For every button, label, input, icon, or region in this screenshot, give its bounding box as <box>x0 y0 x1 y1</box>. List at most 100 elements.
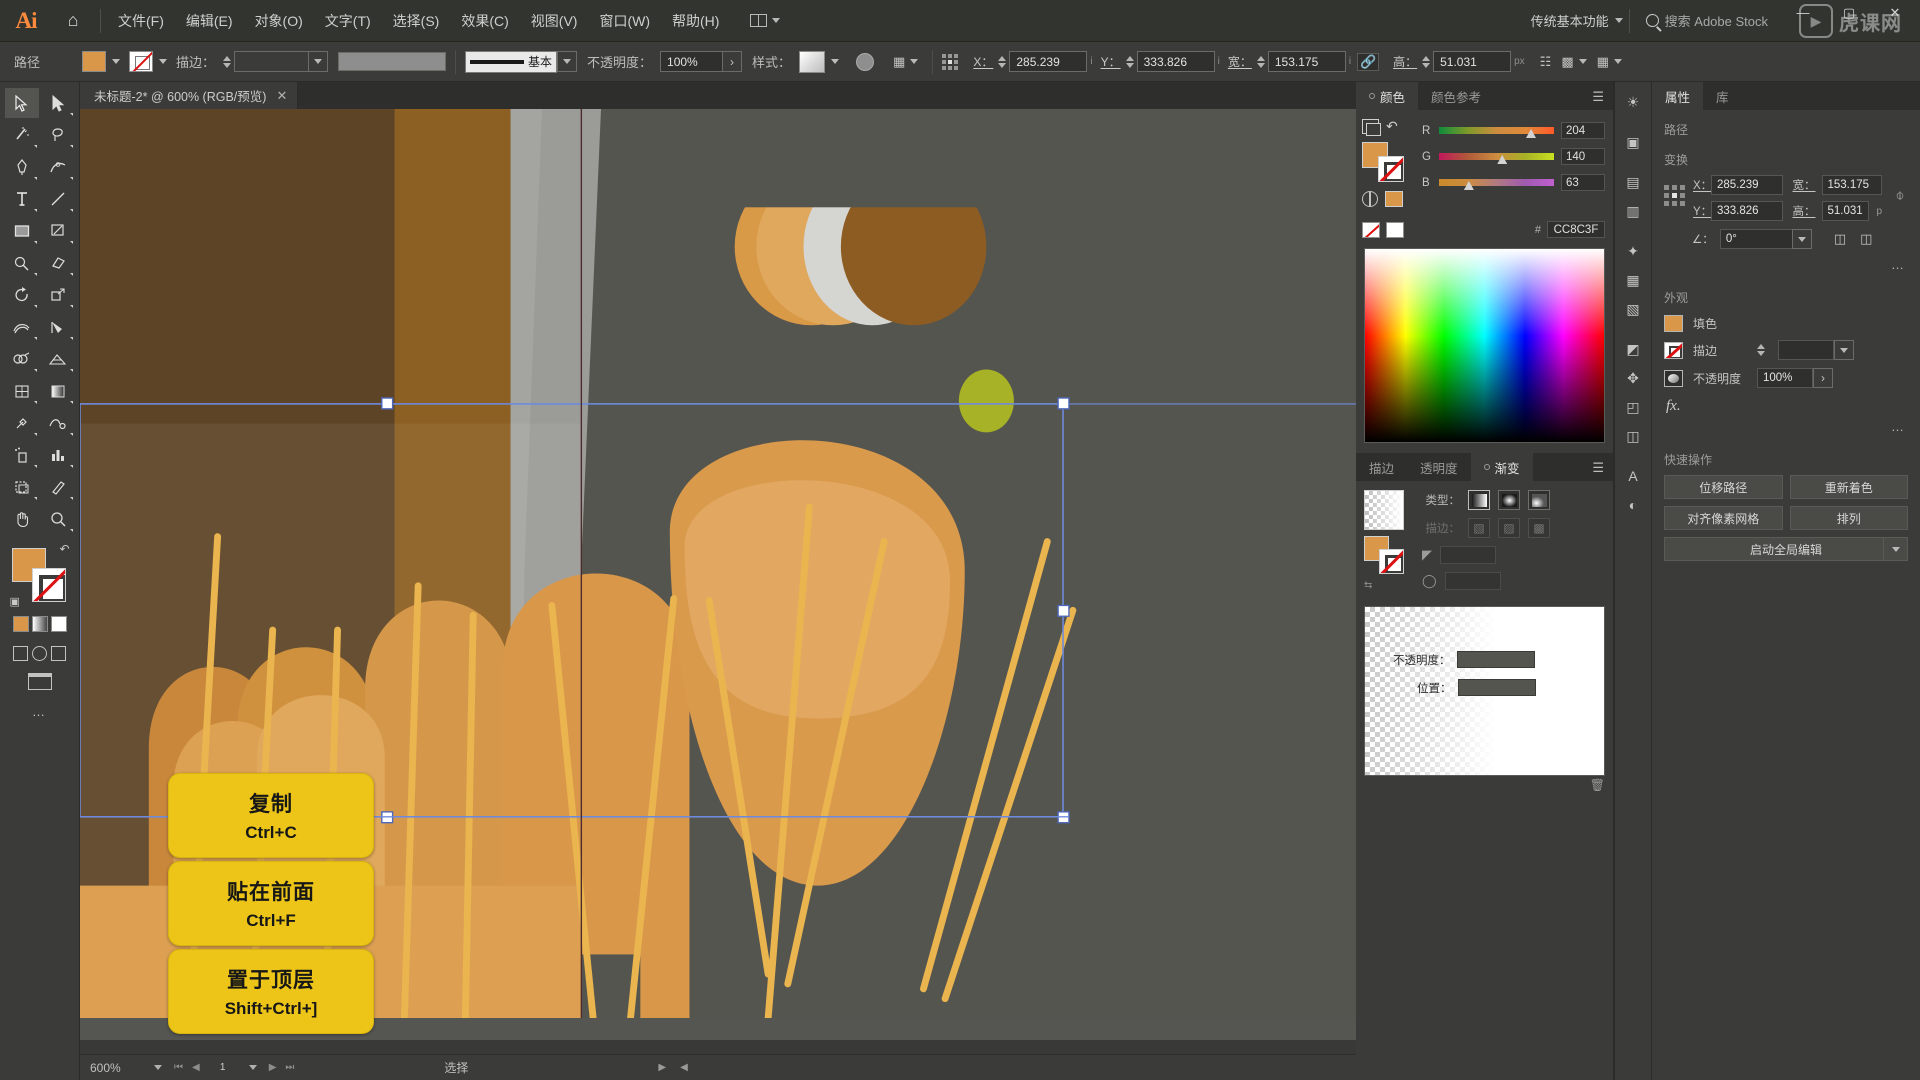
page-nav-group[interactable]: ⏮ ◀ 1 <box>174 1062 237 1073</box>
tab-color[interactable]: 颜色 <box>1356 82 1419 110</box>
flip-vertical-icon[interactable]: ◫ <box>1860 231 1872 247</box>
shortcut-card-bring-to-front[interactable]: 置于顶层 Shift+Ctrl+] <box>168 949 374 1034</box>
gradient-tool[interactable] <box>41 376 75 406</box>
more-options-icon[interactable]: … <box>1652 257 1920 278</box>
canvas[interactable]: 复制 Ctrl+C 贴在前面 Ctrl+F 置于顶层 Shift+Ctrl+] <box>80 109 1356 1040</box>
free-transform-tool[interactable] <box>41 312 75 342</box>
recolor-button[interactable]: 重新着色 <box>1789 475 1908 499</box>
tab-stroke[interactable]: 描边 <box>1356 453 1407 481</box>
default-fill-stroke-icon[interactable]: ▣ <box>10 595 20 608</box>
artboard-tool[interactable] <box>5 472 39 502</box>
stroke-weight-stepper[interactable] <box>223 55 232 68</box>
stroke-profile-select[interactable]: 基本 <box>465 50 558 73</box>
shortcut-card-paste-in-front[interactable]: 贴在前面 Ctrl+F <box>168 861 374 946</box>
swap-fill-stroke-icon[interactable]: ↶ <box>59 542 69 556</box>
gradient-reverse-icon[interactable]: ⇆ <box>1364 580 1372 592</box>
menu-file[interactable]: 文件(F) <box>107 5 175 37</box>
first-page-icon[interactable]: ⏮ <box>174 1062 183 1073</box>
color-mode-icon[interactable] <box>1362 119 1381 136</box>
height-stepper[interactable] <box>1422 55 1431 68</box>
chevron-down-icon[interactable] <box>1614 18 1623 23</box>
close-icon[interactable]: ✕ <box>276 88 287 104</box>
stroke-weight-combo[interactable] <box>234 51 329 72</box>
color-spectrum[interactable] <box>1364 248 1605 443</box>
chevron-down-icon[interactable] <box>248 1065 257 1070</box>
chevron-down-icon[interactable] <box>1883 538 1907 560</box>
reference-point-selector[interactable] <box>1664 185 1685 206</box>
angle-combo[interactable]: 0° <box>1719 229 1812 249</box>
menu-view[interactable]: 视图(V) <box>520 5 589 37</box>
stroke-weight-field[interactable] <box>234 51 309 72</box>
opacity-flyout-icon[interactable]: › <box>1813 368 1833 388</box>
opacity-combo[interactable]: 100% › <box>660 51 743 72</box>
tab-properties[interactable]: 属性 <box>1652 82 1704 110</box>
transform-width-field[interactable]: 153.175 <box>1821 175 1882 195</box>
paintbrush-tool[interactable] <box>41 216 75 246</box>
recolor-artwork-icon[interactable] <box>856 52 875 71</box>
rail-icon-swatches[interactable]: ▥ <box>1618 197 1648 225</box>
appearance-fill-swatch[interactable] <box>1664 315 1683 332</box>
menu-object[interactable]: 对象(O) <box>244 5 314 37</box>
web-safe-icon[interactable] <box>1362 191 1378 207</box>
transform-icon[interactable]: ☷ <box>1535 49 1557 75</box>
chevron-down-icon[interactable] <box>159 59 167 64</box>
home-icon[interactable]: ⌂ <box>52 0 94 42</box>
column-graph-tool[interactable] <box>41 440 75 470</box>
chevron-down-icon[interactable] <box>112 59 120 64</box>
stroke-preview-bar[interactable] <box>338 52 447 71</box>
gradient-aspect-field[interactable] <box>1444 572 1501 590</box>
tab-transparency[interactable]: 透明度 <box>1407 453 1471 481</box>
edit-toolbar-icon[interactable]: … <box>32 704 47 719</box>
slider-b[interactable] <box>1439 178 1554 190</box>
mesh-tool[interactable] <box>5 376 39 406</box>
stroke-weight-stepper[interactable] <box>1757 344 1765 356</box>
transform-height-field[interactable]: 51.031 <box>1821 201 1870 221</box>
rectangle-tool[interactable] <box>5 216 39 246</box>
rail-icon-align[interactable]: ▧ <box>1618 295 1648 323</box>
reference-point-selector[interactable] <box>942 53 959 70</box>
status-next-icon[interactable]: ▶ <box>658 1062 666 1073</box>
magic-wand-tool[interactable] <box>5 120 39 150</box>
last-page-icon[interactable]: ⏭ <box>285 1062 294 1073</box>
symbol-sprayer-tool[interactable] <box>5 440 39 470</box>
rail-icon-artboards[interactable]: ◰ <box>1618 393 1648 421</box>
horizontal-scrollbar[interactable] <box>80 1040 1356 1054</box>
arrange-button[interactable]: 排列 <box>1789 506 1908 530</box>
rail-icon-layers[interactable]: ▤ <box>1618 168 1648 196</box>
perspective-grid-tool[interactable] <box>41 344 75 374</box>
gradient-slider-strip[interactable]: 不透明度： 位置： <box>1364 606 1605 776</box>
gradient-button[interactable] <box>31 616 48 632</box>
align-pixel-grid-button[interactable]: 对齐像素网格 <box>1664 506 1783 530</box>
color-stroke-swatch[interactable] <box>1378 156 1404 182</box>
rail-icon-links[interactable]: ◫ <box>1618 422 1648 450</box>
line-segment-tool[interactable] <box>41 184 75 214</box>
appearance-opacity-combo[interactable]: 100% › <box>1757 368 1833 388</box>
broken-link-icon[interactable]: ⌽ <box>1890 187 1910 204</box>
channel-value-r[interactable]: 204 <box>1561 122 1605 139</box>
select-similar-icon[interactable]: ▦ <box>888 49 923 75</box>
y-stepper[interactable] <box>1125 55 1134 68</box>
graphic-style-swatch[interactable] <box>799 50 826 73</box>
rail-icon-brushes[interactable]: ✦ <box>1618 237 1648 265</box>
gradient-stroke-swatch[interactable] <box>1379 549 1404 574</box>
color-fill-stroke[interactable] <box>1362 142 1406 182</box>
slider-g[interactable] <box>1439 152 1554 164</box>
zoom-level-field[interactable]: 600% <box>90 1061 142 1075</box>
distribute-icon[interactable]: ▦ <box>1592 49 1627 75</box>
hand-tool[interactable] <box>5 504 39 534</box>
menu-window[interactable]: 窗口(W) <box>588 5 661 37</box>
fill-stroke-indicator[interactable]: ↶ ▣ <box>10 542 70 608</box>
current-color-swatch[interactable] <box>1385 191 1403 207</box>
width-tool[interactable] <box>5 312 39 342</box>
tab-libraries[interactable]: 库 <box>1703 82 1742 110</box>
y-field[interactable]: 333.826 <box>1136 51 1215 72</box>
rail-icon-symbols[interactable]: ▦ <box>1618 266 1648 294</box>
gradient-angle-field[interactable] <box>1440 546 1496 564</box>
document-tab[interactable]: 未标题-2* @ 600% (RGB/预览) ✕ <box>80 82 299 109</box>
eraser-tool[interactable] <box>41 248 75 278</box>
opacity-field[interactable]: 100% <box>660 51 723 72</box>
page-number-field[interactable]: 1 <box>208 1062 237 1073</box>
shape-builder-tool[interactable] <box>5 344 39 374</box>
channel-value-g[interactable]: 140 <box>1561 148 1605 165</box>
lasso-tool[interactable] <box>41 120 75 150</box>
